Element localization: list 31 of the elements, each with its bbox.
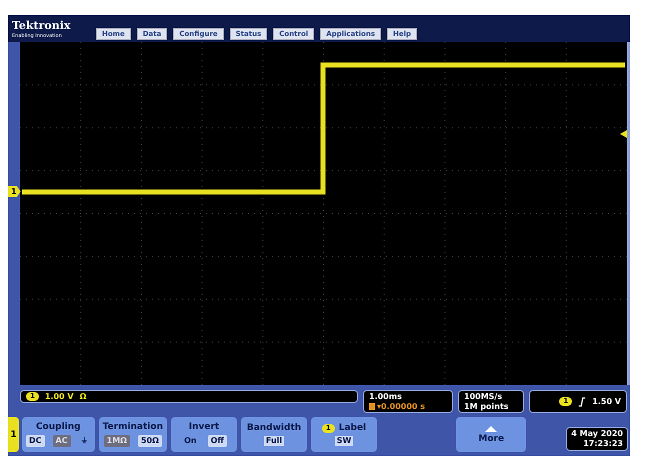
option[interactable]: ⏚ [78, 435, 91, 447]
channel-tab[interactable]: 1 [8, 417, 19, 452]
option[interactable]: 50Ω [138, 435, 162, 447]
option[interactable]: Off [208, 435, 227, 447]
channel-marker: 1 [8, 186, 21, 197]
up-arrow-icon [485, 426, 498, 432]
record-length: 1M points [464, 402, 509, 412]
menu-button[interactable]: Bandwidth Full [241, 417, 307, 452]
menu-value: Full [264, 436, 284, 446]
vertical-scale: 1.00 V [44, 392, 74, 401]
more-button[interactable]: More [456, 417, 526, 452]
menu-title: Bandwidth [246, 423, 302, 434]
trigger-level: 1.50 V [592, 396, 621, 406]
menu-value: SW [334, 436, 354, 446]
trigger-icon [369, 403, 375, 410]
date: 4 May 2020 [571, 429, 623, 439]
option[interactable]: On [181, 435, 200, 447]
termination-symbol: Ω [80, 392, 86, 401]
option[interactable]: DC [26, 435, 45, 447]
time: 17:23:23 [583, 439, 623, 449]
rising-edge-icon [578, 396, 586, 406]
brand-logo: Tektronix [12, 20, 72, 32]
menu-title: Termination [102, 422, 163, 433]
trigger-level-icon [620, 130, 627, 138]
menu-button[interactable]: Invert On Off [171, 417, 237, 452]
menu-title: Label [338, 423, 366, 434]
trigger-position: ▾0.00000 s [377, 402, 425, 412]
sample-rate: 100MS/s [464, 392, 502, 402]
menu-title: Coupling [36, 422, 81, 433]
horizontal-scale: 1.00ms [369, 392, 402, 402]
menu-title: Invert [188, 422, 220, 433]
